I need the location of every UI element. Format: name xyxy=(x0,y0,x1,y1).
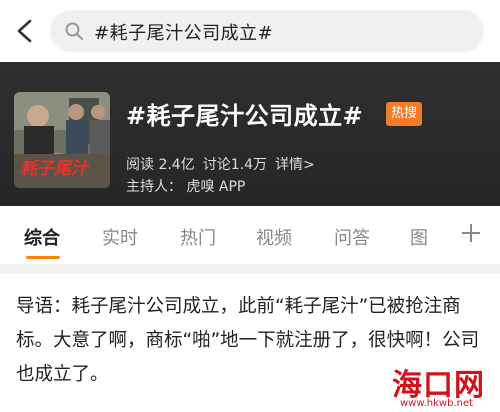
tab-qa[interactable]: 问答 xyxy=(334,224,370,250)
section-divider xyxy=(0,264,500,274)
watermark-url: www.hkwb.net xyxy=(400,398,474,409)
search-query[interactable]: #耗子尾汁公司成立# xyxy=(94,19,273,45)
active-tab-indicator xyxy=(26,256,60,259)
details-link[interactable]: 详情> xyxy=(275,157,315,173)
back-arrow-icon[interactable] xyxy=(14,18,36,44)
topic-thumbnail[interactable]: 耗子尾汁 xyxy=(14,92,110,188)
topic-header: 耗子尾汁 #耗子尾汁公司成立# 热搜 阅读 2.4亿 讨论1.4万 详情> 主持人：… xyxy=(0,62,500,206)
thumbnail-caption: 耗子尾汁 xyxy=(20,159,88,179)
search-bar[interactable]: #耗子尾汁公司成立# xyxy=(50,10,484,52)
tab-popular[interactable]: 热门 xyxy=(180,224,216,250)
tab-video[interactable]: 视频 xyxy=(256,224,292,250)
tab-realtime[interactable]: 实时 xyxy=(102,224,138,250)
tab-comprehensive[interactable]: 综合 xyxy=(24,224,60,250)
tab-images[interactable]: 图 xyxy=(410,224,428,250)
site-watermark: 海口网 www.hkwb.net xyxy=(388,358,496,410)
topic-stats: 阅读 2.4亿 讨论1.4万 详情> xyxy=(126,154,323,174)
discussion-count: 讨论1.4万 xyxy=(202,157,267,173)
topic-host: 主持人： 虎嗅 APP xyxy=(126,179,246,195)
top-bar: #耗子尾汁公司成立# xyxy=(0,0,500,62)
tab-bar: 综合 实时 热门 视频 问答 图 xyxy=(0,206,500,265)
hot-badge: 热搜 xyxy=(386,102,423,126)
read-count: 阅读 2.4亿 xyxy=(126,157,195,173)
add-tab-icon[interactable] xyxy=(460,222,482,244)
search-icon xyxy=(65,22,83,40)
topic-title: #耗子尾汁公司成立# xyxy=(126,102,364,130)
